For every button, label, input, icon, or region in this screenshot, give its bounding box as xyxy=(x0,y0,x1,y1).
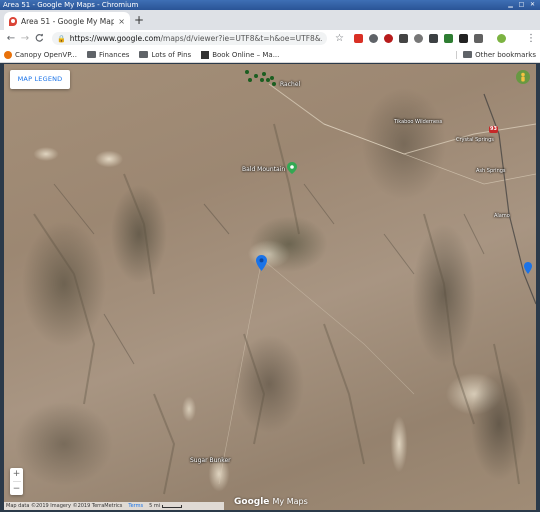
bookmark-label: Canopy OpenVP... xyxy=(15,50,77,59)
highway-shield: 93 xyxy=(489,126,498,133)
label-bald-mountain: Bald Mountain xyxy=(242,166,286,173)
url-text: https://www.google.com/maps/d/viewer?ie=… xyxy=(69,34,322,43)
extension-record-icon[interactable] xyxy=(383,34,393,43)
extension-sync-icon[interactable] xyxy=(368,34,378,43)
tab-strip: Area 51 - Google My Maps × + xyxy=(0,10,540,30)
pegman-icon[interactable] xyxy=(516,70,530,86)
bookmark-book-online[interactable]: Book Online – Ma... xyxy=(201,50,280,59)
bookmark-star-icon[interactable]: ☆ xyxy=(335,33,344,44)
extension-icons xyxy=(353,34,506,43)
green-map-pin[interactable] xyxy=(287,162,297,174)
extension-gear-icon[interactable] xyxy=(413,34,423,43)
scale-bar[interactable]: 5 mi xyxy=(149,502,183,510)
bookmark-label: Lots of Pins xyxy=(151,50,192,59)
label-ash-springs: Ash Springs xyxy=(476,168,506,174)
bookmark-label: Finances xyxy=(99,50,130,59)
blue-location-pin[interactable] xyxy=(256,255,267,271)
back-icon[interactable]: ← xyxy=(4,33,18,44)
browser-toolbar: ← → 🔒 https://www.google.com/maps/d/view… xyxy=(0,30,540,47)
google-wordmark: Google xyxy=(234,497,270,507)
book-icon xyxy=(201,50,210,59)
map-legend-button[interactable]: MAP LEGEND xyxy=(10,70,70,89)
maps-favicon-icon xyxy=(9,16,17,26)
scale-label: 5 mi xyxy=(149,503,161,509)
other-bookmarks[interactable]: Other bookmarks xyxy=(456,50,536,59)
lock-icon: 🔒 xyxy=(57,34,66,43)
terms-link[interactable]: Terms xyxy=(128,502,143,510)
window-titlebar: Area 51 - Google My Maps - Chromium ▁ □ … xyxy=(0,0,540,10)
terrain-overlay xyxy=(33,83,536,495)
folder-icon xyxy=(463,51,473,58)
zoom-control: + − xyxy=(10,468,23,495)
profile-avatar-icon[interactable] xyxy=(496,34,506,43)
zoom-divider xyxy=(12,481,21,482)
label-rachel: Rachel xyxy=(280,81,301,88)
extension-puzzle-icon[interactable] xyxy=(443,34,453,43)
folder-icon xyxy=(139,51,149,58)
green-pins-cluster[interactable] xyxy=(242,68,278,88)
map-attribution: Map data ©2019 Imagery ©2019 TerraMetric… xyxy=(4,502,224,510)
tab-title: Area 51 - Google My Maps xyxy=(21,16,115,26)
attribution-text: Map data ©2019 Imagery ©2019 TerraMetric… xyxy=(6,503,123,509)
extension-dark-icon[interactable] xyxy=(398,34,408,43)
canopy-icon xyxy=(4,50,12,59)
extension-box-icon[interactable] xyxy=(458,34,468,43)
bookmark-label: Other bookmarks xyxy=(475,50,536,59)
forward-icon[interactable]: → xyxy=(18,33,32,44)
satellite-map[interactable]: Rachel Tikaboo Wilderness Crystal Spring… xyxy=(4,64,536,510)
zoom-out-button[interactable]: − xyxy=(13,484,21,494)
google-my-maps-logo: Google My Maps xyxy=(234,497,308,507)
blue-pin-small[interactable] xyxy=(524,262,532,274)
window-title: Area 51 - Google My Maps - Chromium xyxy=(3,1,139,9)
new-tab-icon[interactable]: + xyxy=(134,13,144,27)
bookmark-lots-of-pins[interactable]: Lots of Pins xyxy=(139,51,191,59)
minimize-icon[interactable]: ▁ xyxy=(507,0,514,10)
maximize-icon[interactable]: □ xyxy=(518,0,525,10)
label-wilderness: Tikaboo Wilderness xyxy=(394,119,443,125)
bookmark-label: Book Online – Ma... xyxy=(212,50,280,59)
label-crystal-springs: Crystal Springs xyxy=(456,137,494,143)
tab-close-icon[interactable]: × xyxy=(118,17,125,26)
folder-icon xyxy=(87,51,96,58)
zoom-in-button[interactable]: + xyxy=(13,469,21,479)
bookmark-canopy[interactable]: Canopy OpenVP... xyxy=(4,50,77,59)
address-bar[interactable]: 🔒 https://www.google.com/maps/d/viewer?i… xyxy=(52,32,327,45)
window-controls: ▁ □ ✕ xyxy=(507,0,536,10)
label-alamo: Alamo xyxy=(494,213,510,219)
close-window-icon[interactable]: ✕ xyxy=(529,0,536,10)
browser-menu-icon[interactable]: ⋮ xyxy=(526,33,536,44)
label-sugar-bunker: Sugar Bunker xyxy=(190,457,231,464)
browser-tab[interactable]: Area 51 - Google My Maps × xyxy=(4,12,130,30)
reload-icon[interactable] xyxy=(32,33,46,45)
extension-grid-icon[interactable] xyxy=(473,34,483,43)
extension-cloud-icon[interactable] xyxy=(428,34,438,43)
my-maps-wordmark: My Maps xyxy=(272,497,308,506)
extension-red-icon[interactable] xyxy=(353,34,363,43)
bookmark-finances[interactable]: Finances xyxy=(87,51,129,59)
bookmarks-bar: Canopy OpenVP... Finances Lots of Pins B… xyxy=(0,47,540,63)
